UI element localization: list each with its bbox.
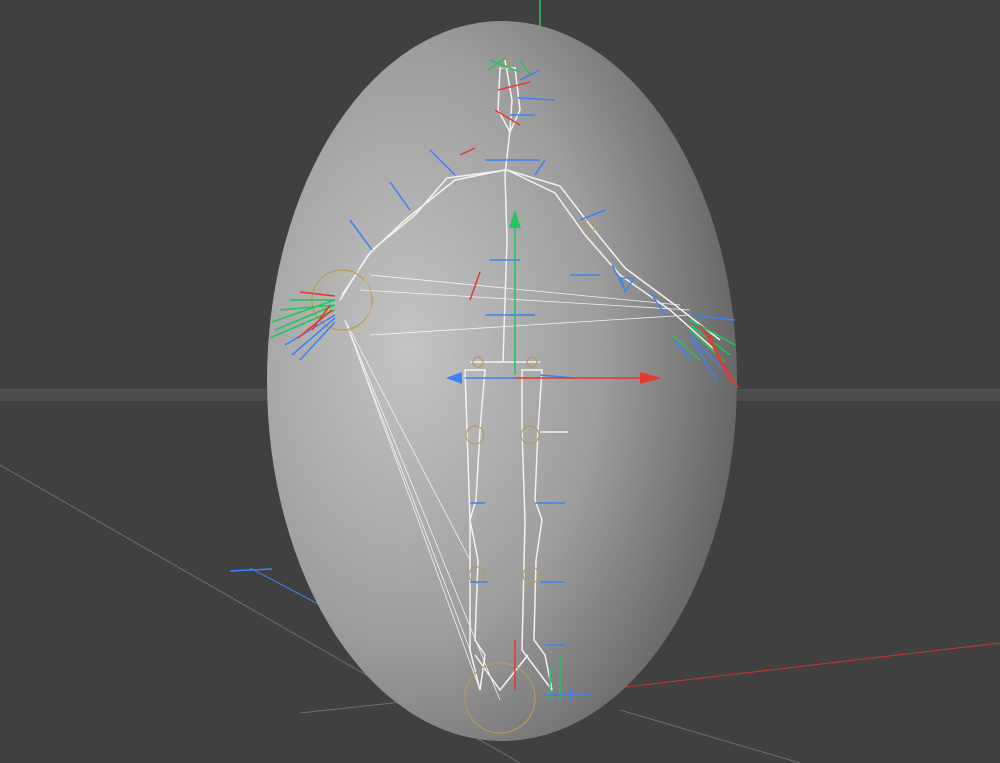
- viewport-canvas[interactable]: [0, 0, 1000, 763]
- ellipsoid-mesh[interactable]: [267, 21, 737, 741]
- 3d-viewport[interactable]: [0, 0, 1000, 763]
